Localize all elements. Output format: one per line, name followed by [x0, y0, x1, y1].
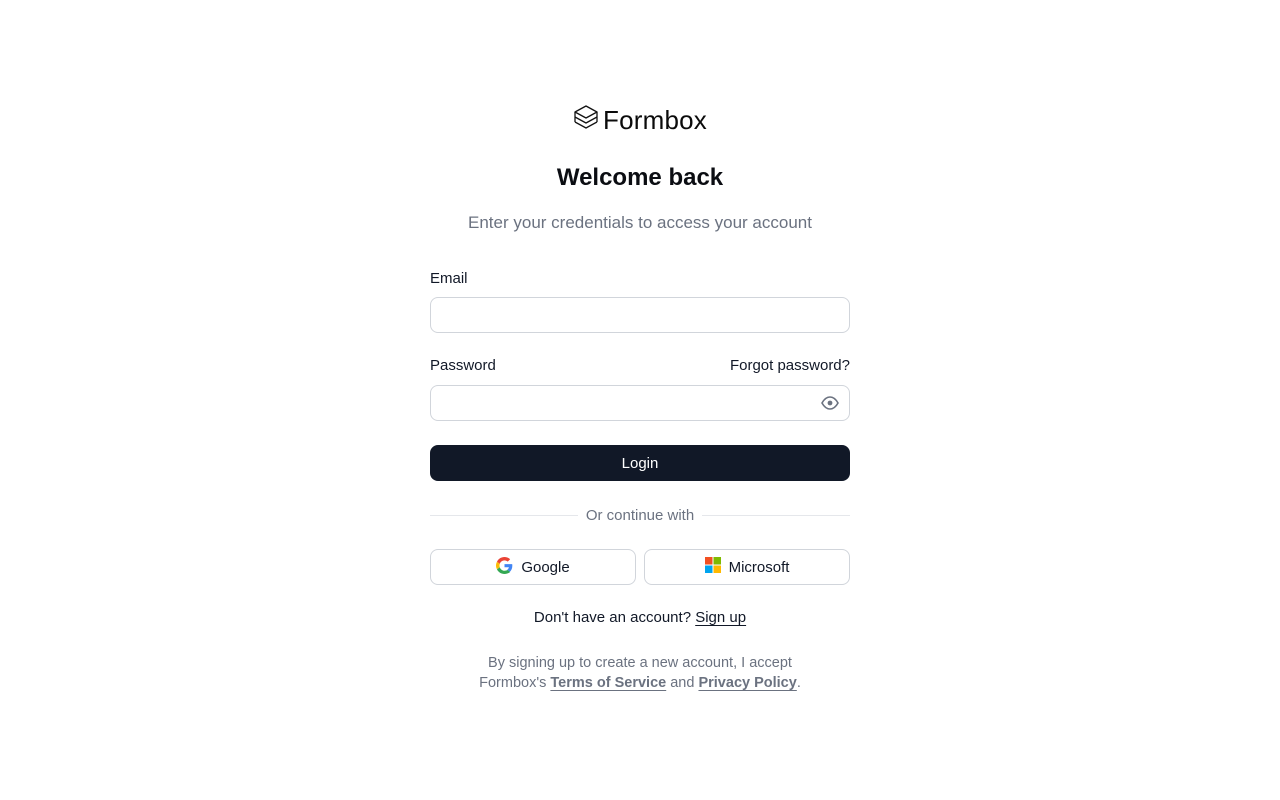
signup-prompt-text: Don't have an account? [533, 609, 692, 626]
or-divider: Or continue with [430, 505, 851, 525]
divider-line-right [702, 514, 851, 516]
password-label: Password [430, 357, 496, 374]
brand-logo: Formbox [430, 104, 850, 136]
privacy-link[interactable]: Privacy Policy [698, 675, 796, 691]
divider-label: Or continue with [585, 506, 695, 524]
forgot-password-link[interactable]: Forgot password? [730, 357, 850, 374]
email-label: Email [430, 270, 468, 287]
signup-prompt: Don't have an account? Sign up [430, 609, 850, 626]
legal-line1: By signing up to create a new account, I… [488, 655, 792, 671]
microsoft-label: Microsoft [728, 558, 790, 576]
google-icon [496, 556, 513, 578]
google-login-button[interactable]: Google [430, 549, 636, 585]
eye-icon[interactable] [820, 393, 840, 413]
password-field[interactable] [430, 385, 850, 421]
legal-and: and [670, 675, 695, 691]
legal-prefix: Formbox's [479, 675, 547, 691]
brand-name: Formbox [603, 104, 707, 135]
microsoft-login-button[interactable]: Microsoft [644, 549, 850, 585]
legal-notice: By signing up to create a new account, I… [430, 653, 850, 693]
layers-icon [573, 104, 599, 137]
terms-link[interactable]: Terms of Service [550, 675, 666, 691]
google-label: Google [521, 558, 570, 576]
login-button[interactable]: Login [430, 445, 850, 481]
signup-link[interactable]: Sign up [695, 609, 746, 626]
microsoft-icon [704, 557, 721, 577]
page-subtitle: Enter your credentials to access your ac… [468, 213, 812, 232]
email-field[interactable] [430, 297, 850, 333]
divider-line-left [430, 514, 578, 516]
legal-suffix: . [796, 675, 801, 691]
page-title: Welcome back [556, 164, 724, 191]
